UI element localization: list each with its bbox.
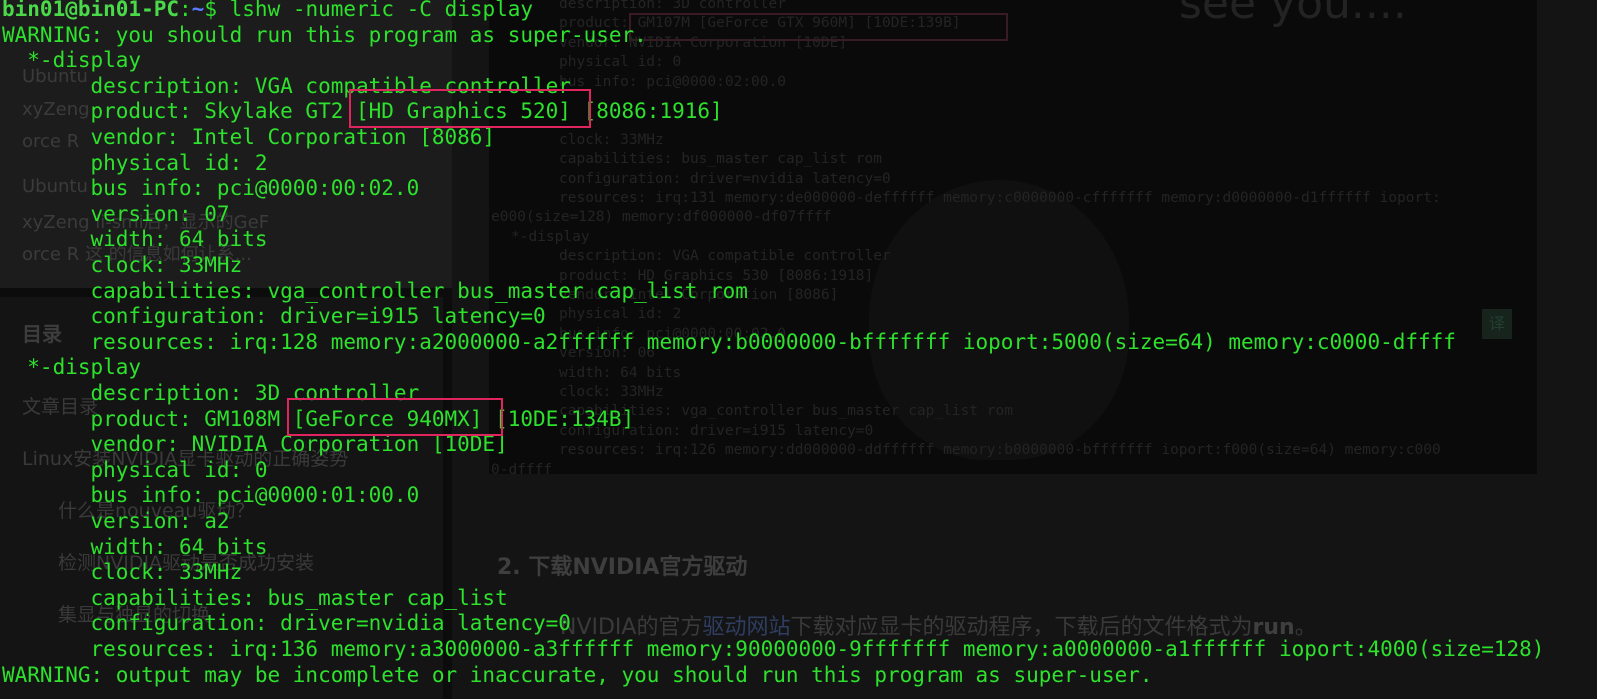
terminal-output-line: width: 64 bits — [2, 227, 268, 252]
terminal-window[interactable]: bin01@bin01-PC:~$ lshw -numeric -C displ… — [0, 0, 1597, 699]
terminal-output-line: physical id: 0 — [2, 457, 268, 482]
command-text: lshw -numeric -C display — [229, 0, 534, 21]
terminal-output-line: version: a2 — [2, 508, 230, 533]
terminal-output-line: bus info: pci@0000:01:00.0 — [2, 483, 420, 508]
prompt-symbol: $ — [204, 0, 217, 21]
terminal-output-line: resources: irq:136 memory:a3000000-a3fff… — [2, 636, 1545, 661]
terminal-output-line: resources: irq:128 memory:a2000000-a2fff… — [2, 329, 1456, 354]
terminal-output-line: width: 64 bits — [2, 534, 268, 559]
terminal-output-line: version: 07 — [2, 201, 230, 226]
prompt-separator: : — [179, 0, 192, 21]
terminal-output-line: *-display — [2, 355, 142, 380]
prompt-line: bin01@bin01-PC:~$ lshw -numeric -C displ… — [2, 0, 533, 23]
terminal-output-line: capabilities: vga_controller bus_master … — [2, 278, 748, 303]
terminal-output-line: clock: 33MHz — [2, 560, 243, 585]
terminal-output-line: *-display — [2, 48, 142, 73]
highlight-box-hd-graphics — [349, 89, 591, 128]
terminal-output-line: configuration: driver=nvidia latency=0 — [2, 611, 571, 636]
terminal-output-line: clock: 33MHz — [2, 252, 243, 277]
terminal-output-line: physical id: 2 — [2, 150, 268, 175]
prompt-user: bin01@bin01-PC — [2, 0, 180, 21]
highlight-box-geforce — [287, 398, 503, 436]
terminal-output-line: bus info: pci@0000:00:02.0 — [2, 176, 420, 201]
terminal-output-line: capabilities: bus_master cap_list — [2, 585, 508, 610]
prompt-path: ~ — [191, 0, 205, 21]
terminal-output-line: vendor: Intel Corporation [8086] — [2, 124, 496, 149]
terminal-output-line: configuration: driver=i915 latency=0 — [2, 304, 546, 329]
terminal-output-line: WARNING: output may be incomplete or ina… — [2, 662, 1153, 687]
terminal-output-line: WARNING: you should run this program as … — [2, 22, 647, 47]
